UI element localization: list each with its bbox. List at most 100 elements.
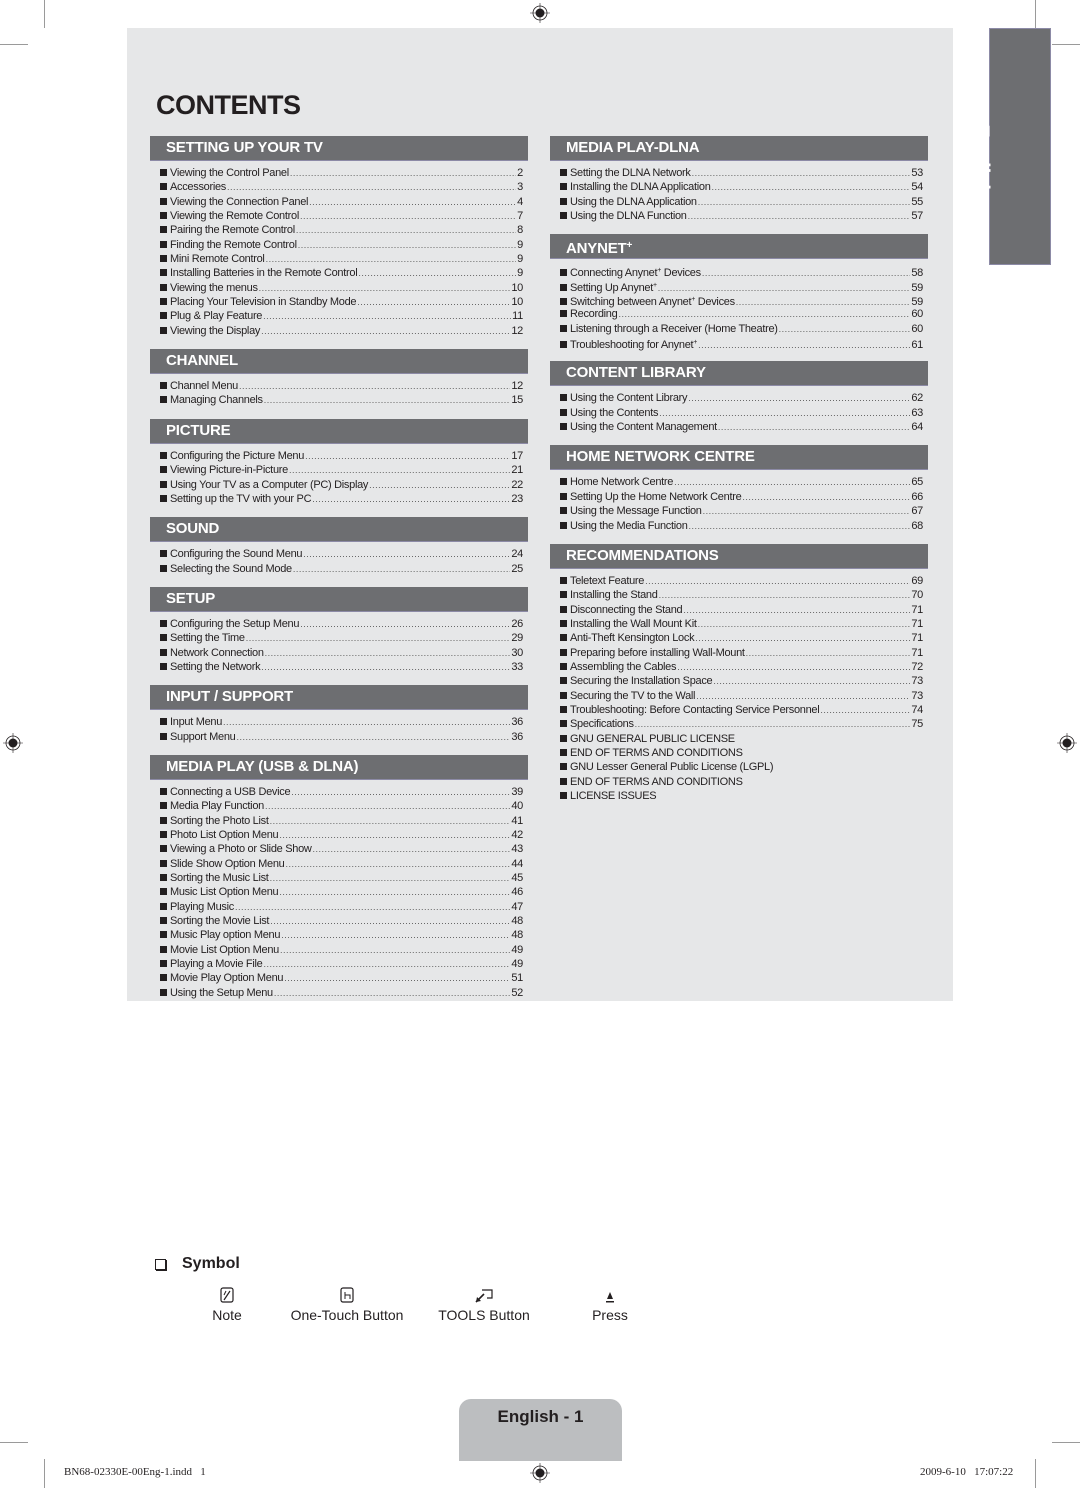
- toc-entry[interactable]: Using the Content Management 64: [550, 420, 928, 434]
- toc-entry[interactable]: Media Play Function 40: [150, 799, 528, 813]
- toc-entry[interactable]: Configuring the Setup Menu 26: [150, 617, 528, 631]
- toc-entry[interactable]: Specifications 75: [550, 717, 928, 731]
- dot-leader: [820, 703, 910, 717]
- toc-entry[interactable]: Configuring the Sound Menu 24: [150, 547, 528, 561]
- toc-entry[interactable]: Recording 60: [550, 307, 928, 321]
- toc-entry-label: Teletext Feature: [570, 574, 644, 588]
- toc-entry[interactable]: Pairing the Remote Control 8: [150, 223, 528, 237]
- toc-entry[interactable]: Sorting the Photo List 41: [150, 814, 528, 828]
- toc-entry[interactable]: Disconnecting the Stand 71: [550, 603, 928, 617]
- symbol-press-label: Press: [592, 1307, 628, 1323]
- dot-leader: [688, 209, 911, 223]
- toc-entry[interactable]: Preparing before installing Wall-Mount 71: [550, 646, 928, 660]
- toc-entry[interactable]: Viewing the Remote Control 7: [150, 209, 528, 223]
- toc-entry-text: Installing Batteries in the Remote Contr…: [170, 267, 358, 280]
- toc-entry[interactable]: Viewing a Photo or Slide Show 43: [150, 842, 528, 856]
- square-bullet-icon: [560, 662, 567, 670]
- toc-entry[interactable]: Setting the DLNA Network 53: [550, 166, 928, 180]
- toc-entry-label: Configuring the Picture Menu: [170, 449, 304, 463]
- toc-entry[interactable]: Movie List Option Menu 49: [150, 943, 528, 957]
- toc-entry[interactable]: Using the Contents 63: [550, 406, 928, 420]
- toc-entry[interactable]: Using the Content Library 62: [550, 391, 928, 405]
- toc-entry[interactable]: Network Connection 30: [150, 646, 528, 660]
- toc-entry[interactable]: Viewing the Control Panel 2: [150, 166, 528, 180]
- toc-entry[interactable]: Connecting a USB Device 39: [150, 785, 528, 799]
- toc-entry[interactable]: Anti-Theft Kensington Lock 71: [550, 631, 928, 645]
- toc-entry[interactable]: Accessories 3: [150, 180, 528, 194]
- square-bullet-icon: [560, 634, 567, 642]
- toc-entry[interactable]: Troubleshooting for Anynet+61: [550, 336, 928, 351]
- toc-entry[interactable]: Setting the Time 29: [150, 631, 528, 645]
- toc-entry[interactable]: Home Network Centre 65: [550, 475, 928, 489]
- crop-mark: [44, 0, 45, 28]
- toc-entry[interactable]: GNU GENERAL PUBLIC LICENSE: [550, 732, 928, 746]
- dot-leader: [263, 309, 511, 323]
- toc-entry[interactable]: Installing the DLNA Application 54: [550, 180, 928, 194]
- toc-entry-label: Setting up the TV with your PC: [170, 492, 312, 506]
- toc-entry[interactable]: END OF TERMS AND CONDITIONS: [550, 746, 928, 760]
- toc-entry[interactable]: Setting Up the Home Network Centre 66: [550, 490, 928, 504]
- toc-entry[interactable]: Viewing the Display 12: [150, 324, 528, 338]
- toc-entry[interactable]: Managing Channels 15: [150, 393, 528, 407]
- dot-leader: [246, 631, 511, 645]
- toc-entry-text: Viewing the Connection Panel: [170, 195, 309, 208]
- toc-entry[interactable]: Playing a Movie File 49: [150, 957, 528, 971]
- square-bullet-icon: [560, 423, 567, 431]
- toc-entry[interactable]: Slide Show Option Menu 44: [150, 857, 528, 871]
- toc-entry[interactable]: Listening through a Receiver (Home Theat…: [550, 322, 928, 336]
- toc-entry[interactable]: Playing Music 47: [150, 900, 528, 914]
- toc-entry[interactable]: Troubleshooting: Before Contacting Servi…: [550, 703, 928, 717]
- toc-entry[interactable]: Viewing the Connection Panel 4: [150, 195, 528, 209]
- toc-entry[interactable]: Securing the TV to the Wall 73: [550, 689, 928, 703]
- toc-entry[interactable]: Configuring the Picture Menu 17: [150, 449, 528, 463]
- toc-entry[interactable]: Setting up the TV with your PC 23: [150, 492, 528, 506]
- toc-entry[interactable]: Connecting Anynet+ Devices58: [550, 264, 928, 279]
- toc-entry[interactable]: Plug & Play Feature 11: [150, 309, 528, 323]
- toc-entry[interactable]: Mini Remote Control 9: [150, 252, 528, 266]
- toc-entry[interactable]: Installing the Stand 70: [550, 588, 928, 602]
- dot-leader: [300, 617, 510, 631]
- toc-entry[interactable]: Viewing Picture-in-Picture 21: [150, 463, 528, 477]
- toc-entry[interactable]: Installing Batteries in the Remote Contr…: [150, 266, 528, 280]
- toc-entry-page: 47: [511, 900, 523, 913]
- toc-entry[interactable]: Finding the Remote Control 9: [150, 238, 528, 252]
- toc-entry[interactable]: Viewing the menus 10: [150, 281, 528, 295]
- toc-entry[interactable]: Movie Play Option Menu 51: [150, 971, 528, 985]
- toc-entry[interactable]: Using Your TV as a Computer (PC) Display…: [150, 478, 528, 492]
- toc-entry[interactable]: LICENSE ISSUES: [550, 789, 928, 803]
- toc-entry-label: GNU Lesser General Public License (LGPL): [570, 760, 774, 774]
- toc-entry[interactable]: Channel Menu 12: [150, 379, 528, 393]
- toc-entry[interactable]: Using the Message Function 67: [550, 504, 928, 518]
- toc-entry[interactable]: Music Play option Menu 48: [150, 928, 528, 942]
- toc-entry[interactable]: Using the Setup Menu 52: [150, 986, 528, 1000]
- toc-entry-text: Installing the Stand: [570, 589, 658, 602]
- dot-leader: [239, 379, 510, 393]
- toc-entry[interactable]: Support Menu 36: [150, 730, 528, 744]
- toc-entry[interactable]: Placing Your Television in Standby Mode 1…: [150, 295, 528, 309]
- toc-entry[interactable]: Securing the Installation Space 73: [550, 674, 928, 688]
- toc-entry-text: Configuring the Picture Menu: [170, 449, 305, 462]
- symbol-heading: Symbol: [155, 1255, 240, 1273]
- toc-entry[interactable]: Setting the Network 33: [150, 660, 528, 674]
- square-bullet-icon: [560, 394, 567, 402]
- toc-entry[interactable]: Installing the Wall Mount Kit 71: [550, 617, 928, 631]
- toc-entry[interactable]: Setting Up Anynet+59: [550, 279, 928, 294]
- toc-entry[interactable]: Sorting the Movie List 48: [150, 914, 528, 928]
- toc-entry[interactable]: Music List Option Menu 46: [150, 885, 528, 899]
- toc-entry[interactable]: Switching between Anynet+ Devices59: [550, 293, 928, 308]
- square-bullet-icon: [160, 183, 167, 191]
- toc-entry[interactable]: Using the DLNA Function 57: [550, 209, 928, 223]
- toc-entry[interactable]: Sorting the Music List 45: [150, 871, 528, 885]
- toc-entry[interactable]: GNU Lesser General Public License (LGPL): [550, 760, 928, 774]
- section-heading-text: MEDIA PLAY (USB & DLNA): [166, 757, 359, 775]
- toc-entry[interactable]: Using the Media Function 68: [550, 519, 928, 533]
- toc-entry[interactable]: Photo List Option Menu 42: [150, 828, 528, 842]
- toc-entry-page: 12: [511, 380, 523, 393]
- toc-entry[interactable]: END OF TERMS AND CONDITIONS: [550, 775, 928, 789]
- registration-mark-icon: [1057, 733, 1077, 753]
- toc-entry[interactable]: Using the DLNA Application 55: [550, 195, 928, 209]
- toc-entry[interactable]: Assembling the Cables 72: [550, 660, 928, 674]
- toc-entry[interactable]: Selecting the Sound Mode 25: [150, 562, 528, 576]
- toc-entry[interactable]: Teletext Feature 69: [550, 574, 928, 588]
- toc-entry[interactable]: Input Menu 36: [150, 715, 528, 729]
